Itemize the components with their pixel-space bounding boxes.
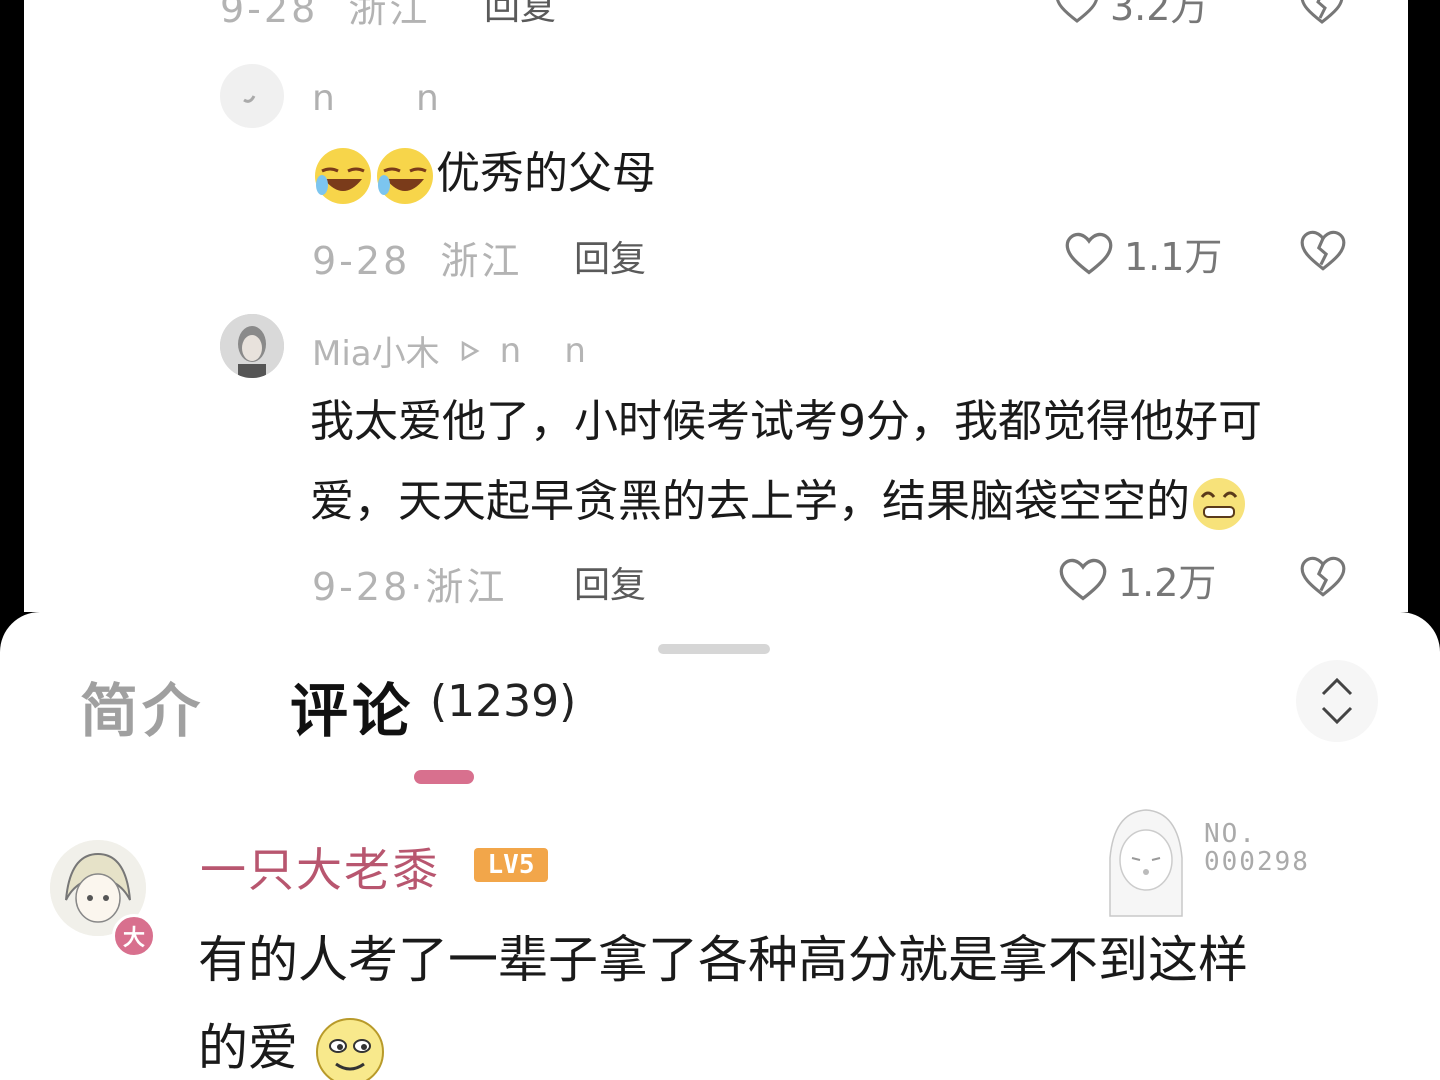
reply-button[interactable]: 回复 [574, 556, 646, 608]
reply-arrow-icon [461, 340, 480, 361]
broken-heart-icon[interactable] [1298, 554, 1348, 600]
heart-outline-icon [1056, 0, 1098, 23]
sort-chevrons-icon [1321, 677, 1353, 725]
fan-number-badge: NO. 000298 [1204, 820, 1310, 876]
heart-outline-icon [1065, 232, 1113, 275]
reply-button[interactable]: 回复 [574, 230, 646, 282]
partial-like-button[interactable]: 3.2万 [1054, 0, 1208, 31]
like-button[interactable]: 1.2万 [1058, 552, 1216, 607]
comment-text: 我太爱他了，小时候考试考9分，我都觉得他好可 爱，天天起早贪黑的去上学，结果脑袋… [310, 382, 1370, 542]
fan-number-label: NO. [1204, 819, 1257, 849]
broken-heart-icon[interactable] [1298, 228, 1348, 274]
level-badge: LV5 [474, 848, 548, 882]
comment-username[interactable]: n n [312, 78, 443, 119]
comment-text: 有的人考了一辈子拿了各种高分就是拿不到这样 的爱 [198, 916, 1418, 1080]
comment-username[interactable]: 一只大老黍 [200, 834, 440, 900]
comments-sheet: 简介 评论 (1239) 大 一只大老黍 LV5 NO. 000298 有的人考… [0, 612, 1440, 1080]
comment-text-line: 我太爱他了，小时候考试考9分，我都觉得他好可 [310, 396, 1262, 447]
comments-count: (1239) [430, 676, 577, 727]
comment-text-line: 的爱 [198, 1004, 1418, 1080]
laugh-cry-emoji [377, 148, 433, 204]
tab-comments[interactable]: 评论 [290, 664, 414, 748]
sort-toggle-button[interactable] [1296, 660, 1378, 742]
comment-text: 优秀的父母 [312, 134, 656, 214]
partial-reply-button[interactable]: 回复 [484, 0, 556, 30]
partial-meta: 9-28 浙江 [220, 0, 431, 31]
fan-number-value: 000298 [1204, 847, 1310, 877]
grin-emoji [1193, 478, 1245, 530]
active-tab-indicator [414, 770, 474, 784]
laugh-cry-emoji [315, 148, 371, 204]
comment-text-line: 爱，天天起早贪黑的去上学，结果脑袋空空的 [310, 462, 1370, 542]
comment-username[interactable]: Mia小木 [312, 326, 440, 375]
avatar[interactable] [220, 64, 284, 128]
previous-comments-panel: 9-28 浙江 回复 3.2万 n n 优秀的父母 9-28 浙江 回复 1.1… [24, 0, 1408, 612]
heart-outline-icon [1059, 558, 1107, 601]
reply-to-username[interactable]: n n [500, 331, 586, 371]
avatar[interactable] [220, 314, 284, 378]
tab-intro[interactable]: 简介 [80, 664, 204, 748]
broken-heart-icon[interactable] [1298, 0, 1346, 26]
comment-meta: 9-28 浙江 [312, 239, 523, 283]
fan-badge-illustration [1109, 809, 1183, 917]
sheet-drag-handle[interactable] [658, 644, 770, 654]
comment-username-row: Mia小木 n n [312, 326, 586, 375]
vip-badge: 大 [112, 914, 156, 958]
smile-emoji [315, 1017, 384, 1080]
comment-meta: 9-28·浙江 [312, 565, 508, 609]
like-button[interactable]: 1.1万 [1064, 226, 1222, 281]
comment-text-line: 有的人考了一辈子拿了各种高分就是拿不到这样 [198, 931, 1248, 989]
